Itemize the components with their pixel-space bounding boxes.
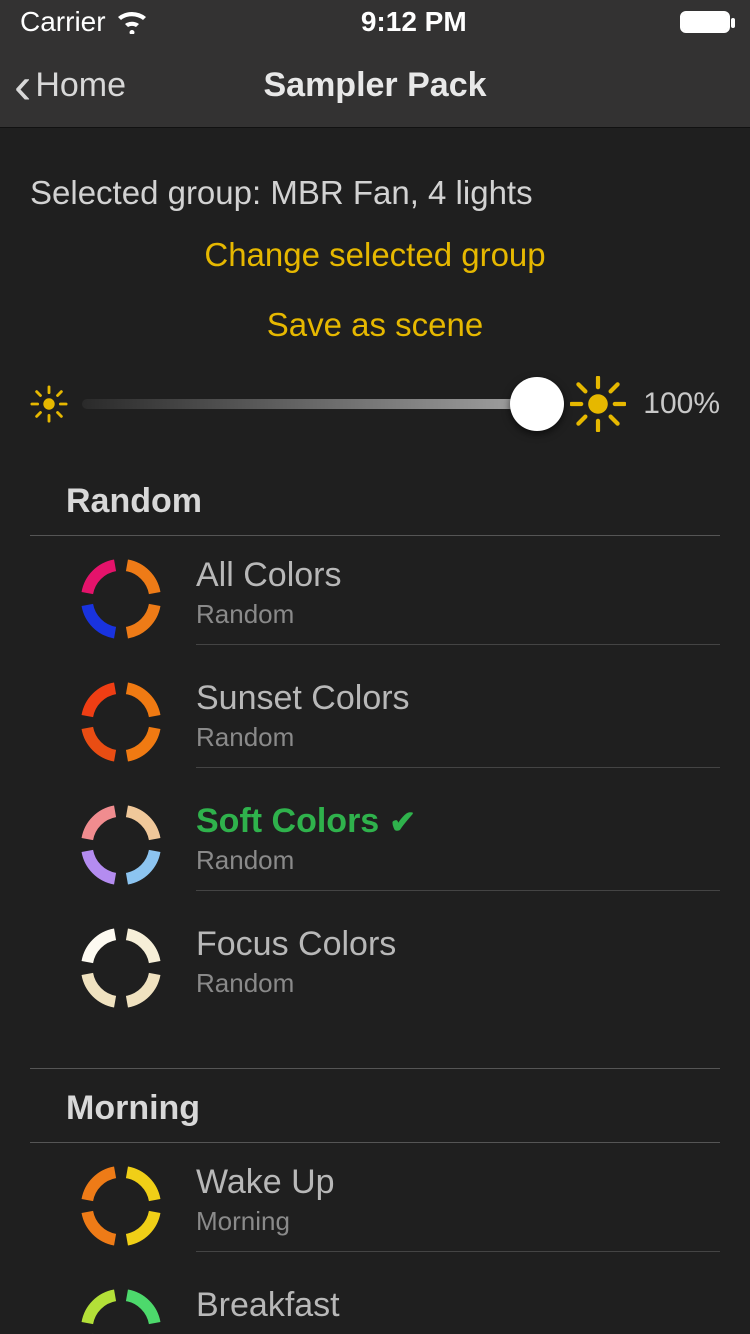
- color-ring-icon: [76, 677, 166, 767]
- scene-row[interactable]: Focus Colors Random: [30, 905, 720, 1028]
- scene-subtitle: Random: [196, 845, 720, 876]
- selected-group-label: Selected group: MBR Fan, 4 lights: [0, 128, 750, 212]
- battery-icon: [680, 11, 730, 33]
- brightness-slider[interactable]: [82, 399, 556, 409]
- scene-subtitle: Random: [196, 599, 720, 630]
- section: Morning Wake Up Morning Breakfast Morning: [0, 1069, 750, 1334]
- color-ring-icon: [76, 923, 166, 1013]
- carrier-label: Carrier: [20, 6, 106, 38]
- scene-text: Focus Colors Random: [196, 921, 720, 1014]
- clock-label: 9:12 PM: [361, 6, 467, 38]
- scene-row[interactable]: Breakfast Morning: [30, 1266, 720, 1334]
- checkmark-icon: ✔: [389, 803, 416, 841]
- scene-text: All Colors Random: [196, 552, 720, 645]
- wifi-icon: [116, 10, 148, 34]
- scene-title: All Colors: [196, 556, 720, 595]
- brightness-percent: 100%: [640, 387, 720, 421]
- nav-bar: ‹ Home Sampler Pack: [0, 44, 750, 128]
- section-header: Random: [30, 462, 720, 536]
- scene-subtitle: Morning: [196, 1329, 720, 1334]
- brightness-low-icon: [30, 385, 68, 423]
- color-ring-icon: [76, 1284, 166, 1334]
- section-header: Morning: [30, 1069, 720, 1143]
- content: Selected group: MBR Fan, 4 lights Change…: [0, 128, 750, 1334]
- scene-text: Wake Up Morning: [196, 1159, 720, 1252]
- scene-subtitle: Random: [196, 968, 720, 999]
- color-ring-icon: [76, 1161, 166, 1251]
- scene-text: Soft Colors✔ Random: [196, 798, 720, 891]
- scene-row[interactable]: Wake Up Morning: [30, 1143, 720, 1266]
- status-bar: Carrier 9:12 PM: [0, 0, 750, 44]
- chevron-left-icon: ‹: [14, 60, 31, 112]
- scene-subtitle: Random: [196, 722, 720, 753]
- scene-row[interactable]: All Colors Random: [30, 536, 720, 659]
- brightness-thumb[interactable]: [510, 377, 564, 431]
- scene-text: Breakfast Morning: [196, 1282, 720, 1334]
- brightness-high-icon: [570, 376, 626, 432]
- change-group-button[interactable]: Change selected group: [0, 212, 750, 298]
- color-ring-icon: [76, 800, 166, 890]
- scene-title: Soft Colors✔: [196, 802, 720, 841]
- save-scene-button[interactable]: Save as scene: [0, 298, 750, 368]
- scene-text: Sunset Colors Random: [196, 675, 720, 768]
- scene-sections: Random All Colors Random Sunset Colors Rando…: [0, 462, 750, 1334]
- scene-row[interactable]: Sunset Colors Random: [30, 659, 720, 782]
- scene-title: Breakfast: [196, 1286, 720, 1325]
- back-button[interactable]: ‹ Home: [0, 60, 126, 112]
- scene-title: Wake Up: [196, 1163, 720, 1202]
- scene-row[interactable]: Soft Colors✔ Random: [30, 782, 720, 905]
- scene-title: Focus Colors: [196, 925, 720, 964]
- back-label: Home: [35, 66, 126, 105]
- color-ring-icon: [76, 554, 166, 644]
- scene-title: Sunset Colors: [196, 679, 720, 718]
- brightness-row: 100%: [0, 368, 750, 462]
- section: Random All Colors Random Sunset Colors Rando…: [0, 462, 750, 1068]
- scene-subtitle: Morning: [196, 1206, 720, 1237]
